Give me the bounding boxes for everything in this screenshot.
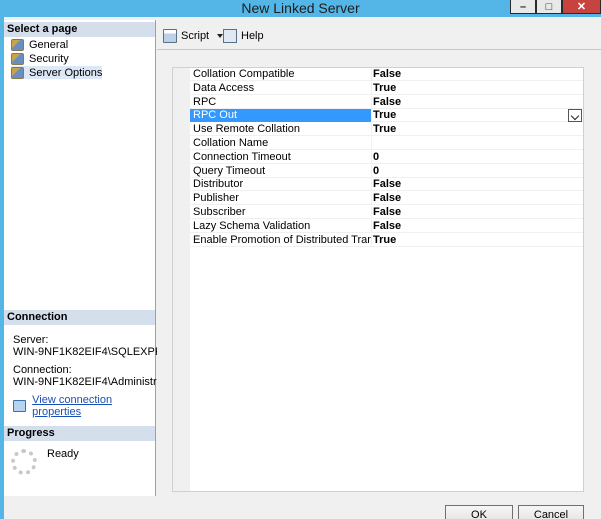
connection-value: WIN-9NF1K82EIF4\Administrator	[13, 376, 176, 388]
property-name: Collation Compatible	[193, 68, 295, 80]
view-connection-properties-label[interactable]: View connection properties	[32, 394, 155, 418]
left-panel: Select a page General Security Server Op…	[4, 20, 177, 496]
close-button[interactable]: ✕	[562, 0, 601, 14]
property-row[interactable]: Data Access True	[190, 82, 583, 95]
property-name: Enable Promotion of Distributed Transact…	[193, 234, 371, 246]
property-divider	[371, 220, 372, 233]
select-page-header: Select a page	[4, 22, 155, 37]
value-dropdown-button[interactable]	[568, 109, 582, 122]
property-divider	[371, 109, 372, 122]
page-item-server-options[interactable]: Server Options	[11, 66, 103, 79]
server-label: Server:	[13, 334, 49, 346]
help-button[interactable]: Help	[223, 28, 264, 44]
property-divider	[371, 82, 372, 95]
property-value[interactable]: 0	[373, 151, 379, 164]
property-name: RPC Out	[193, 109, 238, 121]
wrench-page-icon	[11, 38, 24, 51]
connection-properties-icon	[13, 400, 27, 412]
property-name: Connection Timeout	[193, 151, 291, 163]
property-name: Lazy Schema Validation	[193, 220, 311, 232]
progress-header: Progress	[4, 426, 155, 441]
property-name: Query Timeout	[193, 165, 266, 177]
property-row[interactable]: Collation Name	[190, 137, 583, 150]
property-value[interactable]: False	[373, 220, 401, 233]
property-divider	[371, 96, 372, 109]
wrench-page-icon	[11, 52, 24, 65]
property-value[interactable]: False	[373, 96, 401, 109]
property-grid[interactable]: Collation Compatible False Data Access T…	[172, 67, 584, 492]
property-name: Distributor	[193, 178, 244, 190]
property-value[interactable]: True	[373, 109, 396, 122]
property-name: Publisher	[193, 192, 239, 204]
progress-status: Ready	[47, 448, 79, 460]
property-name: Use Remote Collation	[193, 123, 300, 135]
property-divider	[371, 192, 372, 205]
property-row[interactable]: Connection Timeout 0	[190, 151, 583, 164]
property-divider	[371, 206, 372, 219]
view-connection-properties-link[interactable]: View connection properties	[13, 394, 155, 418]
property-row[interactable]: Publisher False	[190, 192, 583, 205]
property-divider	[371, 178, 372, 191]
script-button[interactable]: Script	[163, 28, 224, 44]
page-item-label: Server Options	[29, 66, 103, 79]
property-value[interactable]: False	[373, 178, 401, 191]
property-row[interactable]: Use Remote Collation True	[190, 123, 583, 136]
wrench-page-icon	[11, 66, 24, 79]
property-divider	[371, 123, 372, 136]
property-value[interactable]: False	[373, 206, 401, 219]
progress-spinner-icon	[11, 449, 37, 475]
property-row[interactable]: Subscriber False	[190, 206, 583, 219]
property-name: RPC	[193, 96, 217, 108]
property-name: Data Access	[193, 82, 255, 94]
page-item-security[interactable]: Security	[11, 52, 69, 65]
help-label: Help	[241, 30, 264, 42]
property-value[interactable]: 0	[373, 165, 379, 178]
minimize-button[interactable]: –	[510, 0, 536, 14]
toolbar: Script Help	[157, 20, 601, 50]
property-row[interactable]: RPC False	[190, 96, 583, 109]
server-value: WIN-9NF1K82EIF4\SQLEXPRES	[13, 346, 178, 358]
property-row[interactable]: Distributor False	[190, 178, 583, 191]
maximize-button[interactable]: □	[536, 0, 562, 14]
help-icon	[223, 29, 237, 43]
page-item-label: General	[29, 38, 69, 51]
script-icon	[163, 29, 177, 43]
property-divider	[371, 151, 372, 164]
connection-label: Connection:	[13, 364, 72, 376]
property-value[interactable]: False	[373, 68, 401, 81]
property-grid-gutter	[173, 68, 190, 491]
property-value[interactable]: True	[373, 234, 396, 247]
property-row-selected[interactable]: RPC Out True	[190, 109, 583, 122]
property-name: Collation Name	[193, 137, 269, 149]
script-label: Script	[181, 30, 210, 42]
property-row[interactable]: Query Timeout 0	[190, 165, 583, 178]
property-divider	[371, 68, 372, 81]
page-item-label: Security	[29, 52, 69, 65]
page-item-general[interactable]: General	[11, 38, 68, 51]
property-row[interactable]: Collation Compatible False	[190, 68, 583, 81]
property-name: Subscriber	[193, 206, 246, 218]
property-divider	[371, 165, 372, 178]
property-value[interactable]: False	[373, 192, 401, 205]
property-value[interactable]: True	[373, 82, 396, 95]
cancel-button[interactable]: Cancel	[518, 505, 584, 519]
ok-button[interactable]: OK	[445, 505, 513, 519]
connection-header: Connection	[4, 310, 155, 325]
property-value[interactable]: True	[373, 123, 396, 136]
property-row[interactable]: Lazy Schema Validation False	[190, 220, 583, 233]
property-row[interactable]: Enable Promotion of Distributed Transact…	[190, 234, 583, 247]
property-divider	[371, 137, 372, 150]
property-divider	[371, 234, 372, 247]
